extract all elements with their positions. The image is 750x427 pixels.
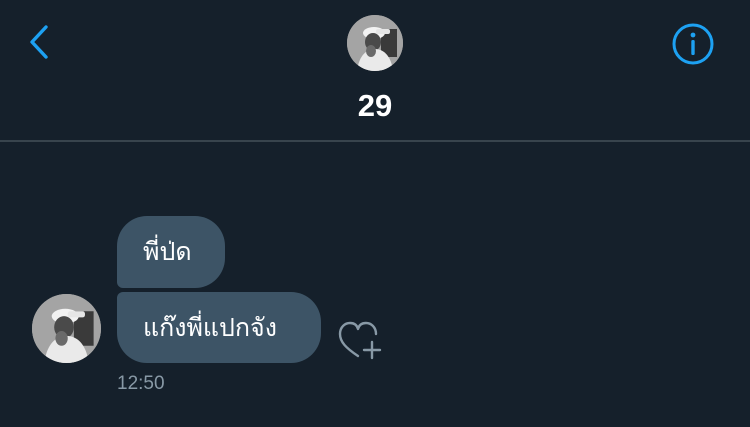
message-text: แก๊งพี่แปกจัง [143,312,277,342]
message-timestamp: 12:50 [117,373,165,394]
chevron-left-icon [30,25,48,59]
sender-avatar[interactable] [32,294,101,363]
heart-plus-icon [338,321,382,360]
conversation-info-button[interactable] [670,21,716,67]
conversation-header: 29 [0,0,750,142]
message-text: พี่ป่ด [143,237,192,266]
like-message-button[interactable] [336,318,388,362]
conversation-title: 29 [357,88,393,123]
person-photo-icon [32,294,101,363]
message-bubble[interactable]: แก๊งพี่แปกจัง [117,292,321,363]
message-thread: พี่ป่ด แก๊งพี่แปกจัง 12:50 [0,144,750,427]
back-button[interactable] [22,24,56,60]
person-photo-icon [347,15,403,71]
contact-avatar[interactable] [347,15,403,71]
info-circle-icon [672,23,714,65]
message-bubble[interactable]: พี่ป่ด [117,216,225,288]
